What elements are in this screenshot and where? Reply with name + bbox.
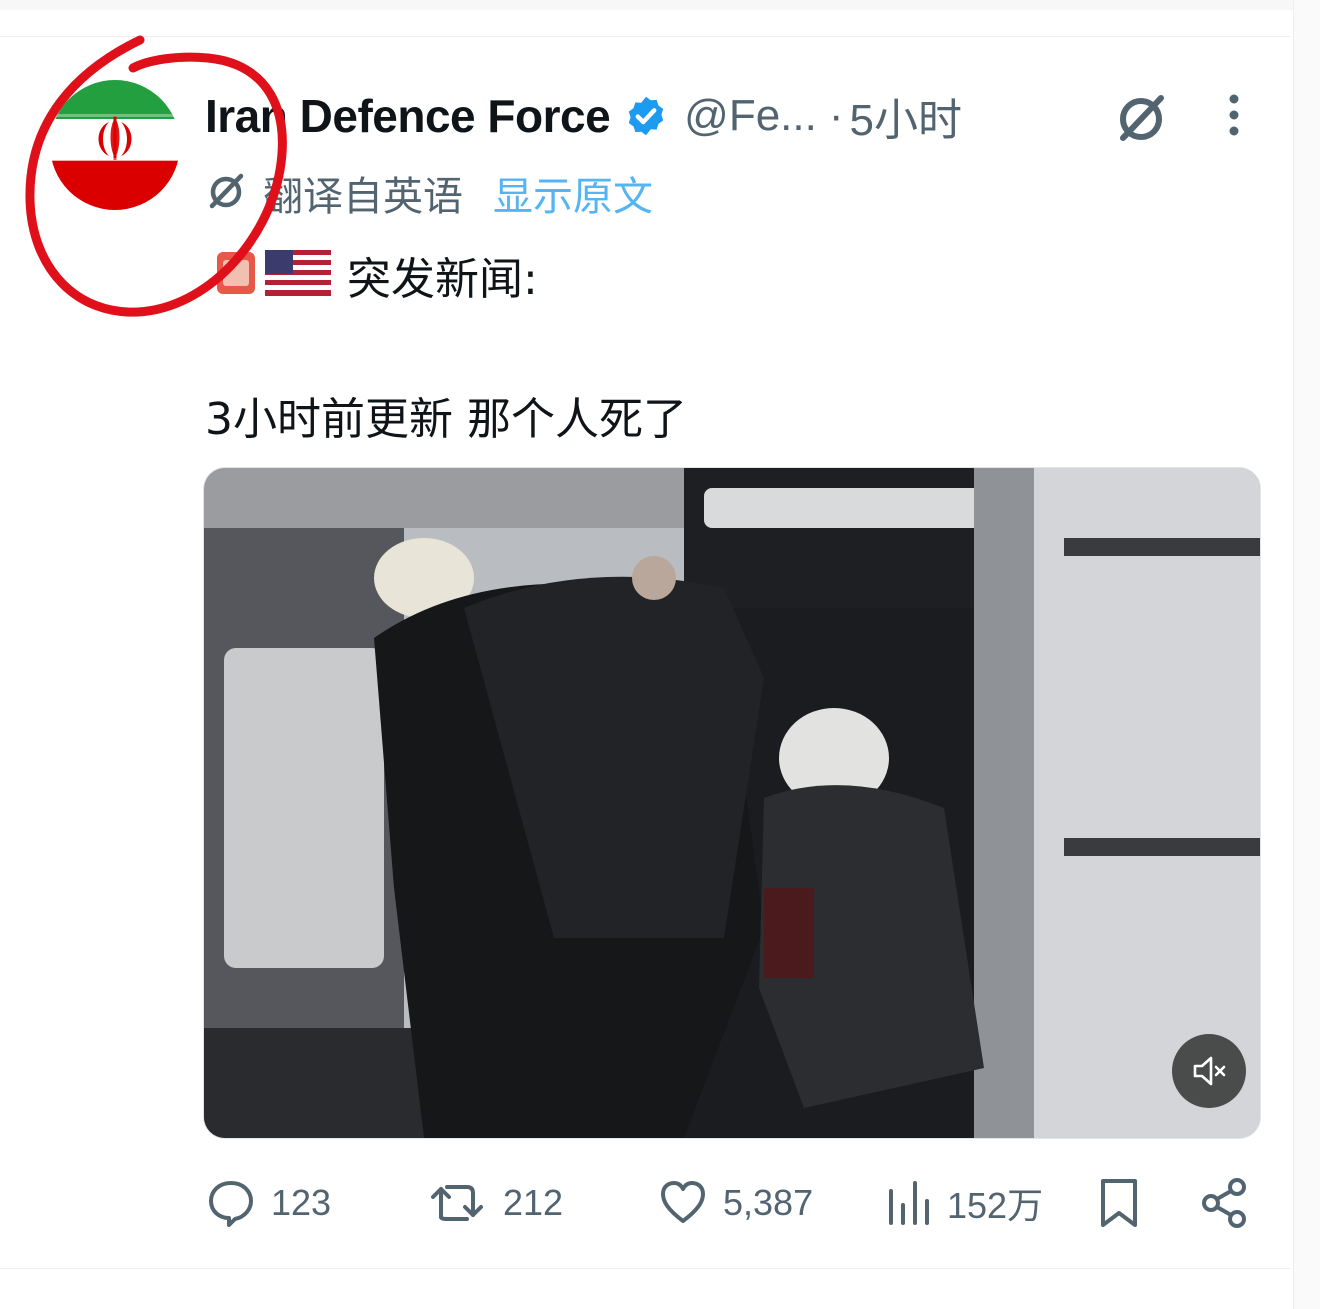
alert-emoji-icon [215, 248, 257, 302]
iran-emblem-icon [50, 114, 180, 161]
comment-icon [209, 1181, 253, 1227]
post-body-text: 3小时前更新 那个人死了 [205, 394, 687, 445]
mute-button[interactable] [1172, 1034, 1246, 1108]
share-icon [1202, 1178, 1246, 1228]
video-frame [204, 468, 1260, 1138]
previous-post-edge [0, 0, 1320, 10]
post-headline: 突发新闻: [347, 254, 538, 305]
analytics-icon [889, 1181, 929, 1225]
translation-row: 翻译自英语 显示原文 [205, 165, 653, 221]
headline-row: 突发新闻: [215, 245, 538, 305]
repost-count: 212 [503, 1182, 564, 1223]
repost-icon [431, 1185, 483, 1221]
like-button[interactable]: 5,387 [657, 1170, 813, 1236]
reply-button[interactable]: 123 [205, 1170, 331, 1236]
repost-button[interactable]: 212 [427, 1170, 563, 1236]
like-count: 5,387 [723, 1182, 814, 1223]
post-divider-bottom [0, 1268, 1290, 1269]
us-flag-emoji-icon [265, 250, 331, 300]
views-button[interactable]: 152万 [885, 1170, 1043, 1236]
share-button[interactable] [1199, 1170, 1251, 1236]
video-player[interactable] [203, 467, 1261, 1139]
scrollbar[interactable] [1293, 0, 1320, 1309]
translate-icon [205, 170, 247, 216]
bookmark-button[interactable] [1095, 1170, 1143, 1236]
translated-from-label: 翻译自英语 [263, 174, 463, 220]
post-timestamp[interactable]: 5小时 [850, 84, 962, 148]
post-header: Iran Defence Force @Fe... · 5小时 [205, 86, 962, 146]
separator-dot: · [828, 91, 844, 140]
mute-icon [1193, 1056, 1226, 1086]
more-icon[interactable] [1222, 90, 1246, 144]
author-handle[interactable]: @Fe... [684, 91, 817, 141]
reply-count: 123 [271, 1182, 332, 1223]
view-count: 152万 [947, 1185, 1044, 1226]
grok-icon[interactable] [1113, 90, 1169, 150]
show-original-link[interactable]: 显示原文 [493, 164, 653, 222]
avatar[interactable] [50, 80, 180, 210]
action-bar: 123 212 5,387 152万 [205, 1170, 1255, 1236]
post-divider [0, 36, 1290, 37]
heart-icon [661, 1181, 705, 1223]
author-display-name[interactable]: Iran Defence Force [205, 89, 611, 143]
bookmark-icon [1101, 1179, 1137, 1227]
verified-badge-icon [624, 94, 668, 138]
